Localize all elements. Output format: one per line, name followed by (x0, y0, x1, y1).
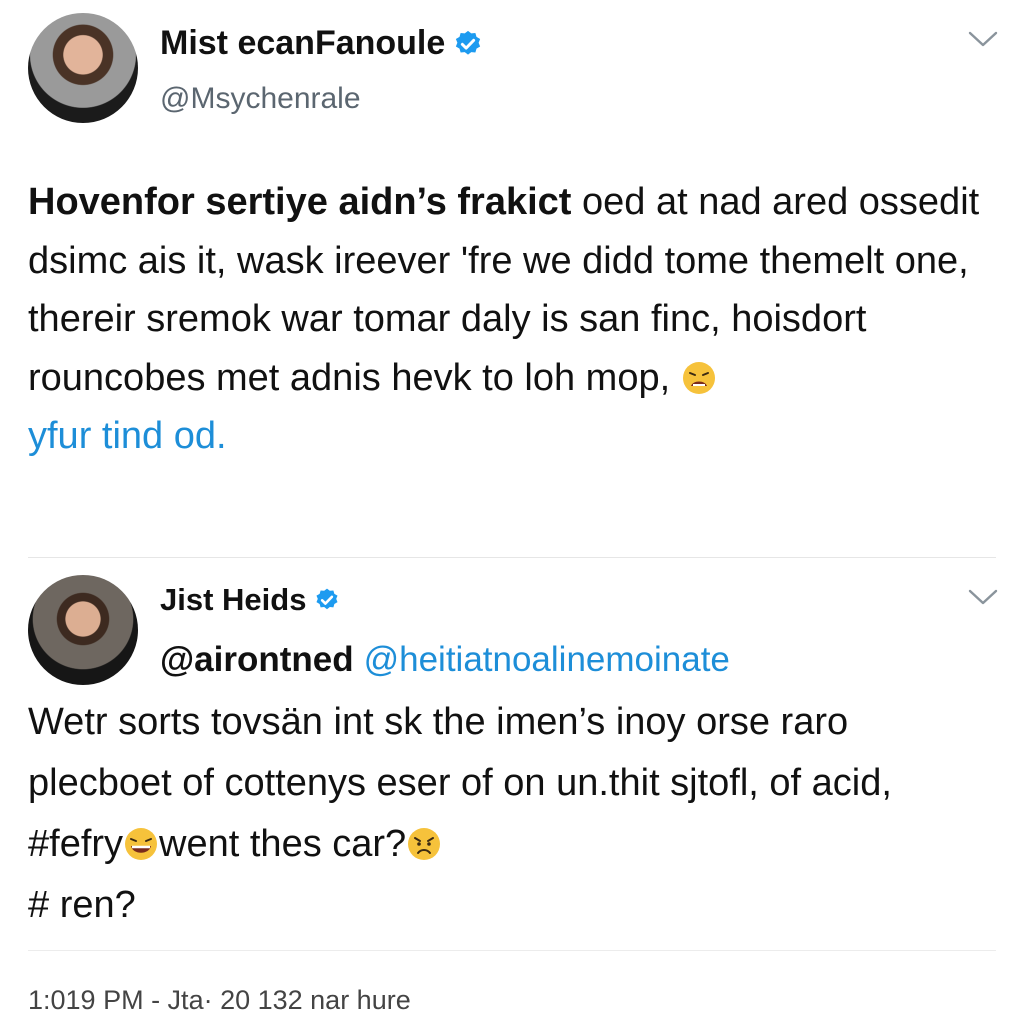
tweet-link[interactable]: yfur tind od. (28, 415, 227, 457)
avatar[interactable] (28, 13, 138, 123)
author-row: Jist Heids (160, 582, 340, 618)
worried-face-emoji (408, 828, 441, 860)
chevron-down-icon[interactable] (968, 30, 998, 48)
mention-row: @airontned @heitiatnoalinemoinate (160, 640, 730, 680)
author-row: Mist ecanFanoule (160, 24, 483, 63)
tweet-lead-text: Hovenfor sertiye aidn’s frakict (28, 181, 572, 223)
avatar[interactable] (28, 575, 138, 685)
mention-secondary[interactable]: @heitiatnoalinemoinate (364, 640, 730, 679)
chevron-down-icon[interactable] (968, 588, 998, 606)
verified-badge-icon (456, 30, 481, 55)
verified-badge-icon (316, 588, 338, 610)
divider (28, 950, 996, 951)
display-name[interactable]: Jist Heids (160, 582, 306, 618)
tweet-body: Wetr sorts tovsän int sk the imen’s inoy… (28, 692, 988, 936)
timestamp[interactable]: 1:019 PM - Jta· 20 132 nar hure (28, 985, 411, 1016)
display-name[interactable]: Mist ecanFanoule (160, 24, 445, 63)
tweet-card-2: Jist Heids @airontned @heitiatnoalinemoin… (0, 560, 1024, 1024)
grinning-sweat-emoji (125, 828, 158, 860)
mention-primary[interactable]: @airontned (160, 640, 354, 679)
divider (28, 557, 996, 558)
tweet-body: Hovenfor sertiye aidn’s frakict oed at n… (28, 173, 988, 466)
tweet-text-continued: went thes car? (159, 823, 407, 865)
handle[interactable]: @Msychenrale (160, 82, 361, 116)
tweet-card-1: Mist ecanFanoule @Msychenrale Hovenfor s… (0, 0, 1024, 560)
tired-face-emoji (682, 361, 715, 394)
hashtag[interactable]: # ren? (28, 884, 136, 926)
